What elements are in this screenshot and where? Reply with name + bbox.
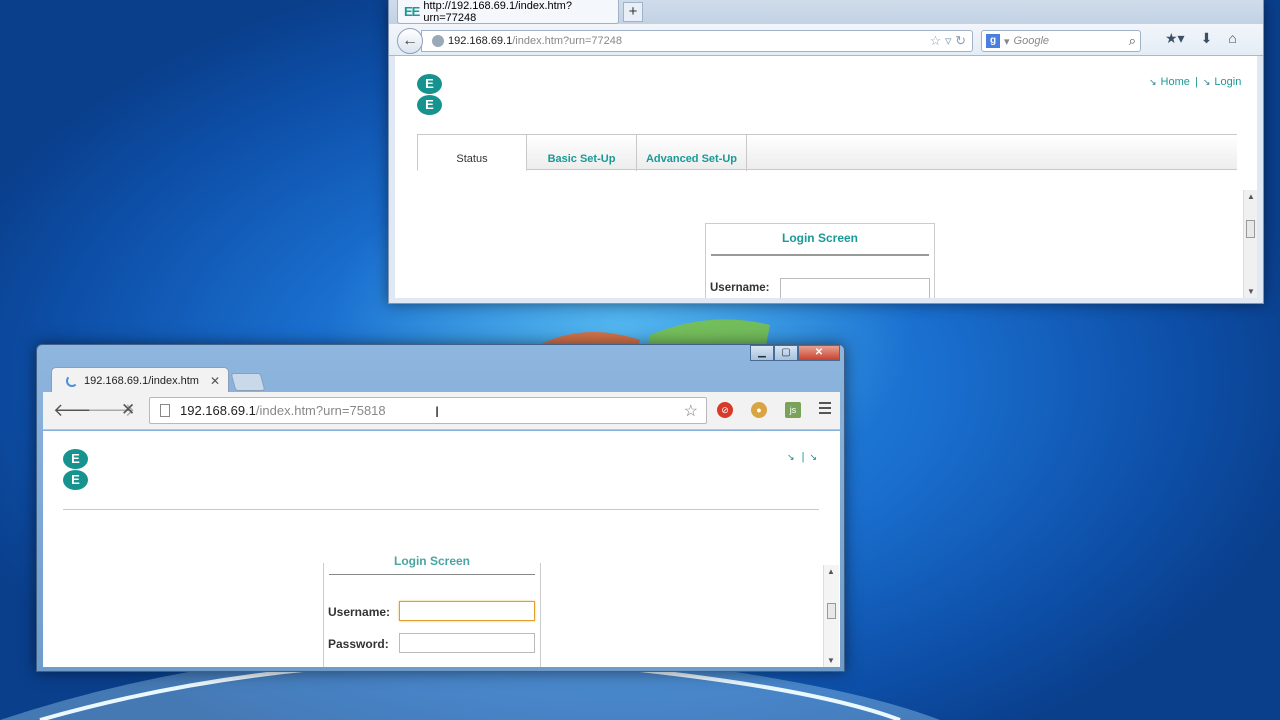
home-arrow-icon[interactable]: ↘	[787, 452, 795, 462]
username-label: Username:	[710, 282, 770, 294]
close-button[interactable]: ✕	[798, 345, 840, 361]
text-cursor-icon: I	[435, 405, 440, 421]
scroll-down-icon[interactable]: ▼	[827, 656, 835, 665]
chrome-omnibox[interactable]: 192.168.69.1/index.htm?urn=75818 ☆	[149, 397, 707, 424]
link-separator: |	[1194, 76, 1198, 88]
chrome-url-host: 192.168.69.1	[180, 403, 256, 418]
tab-close-icon[interactable]: ✕	[210, 374, 220, 388]
stop-button[interactable]: ✕	[121, 400, 135, 420]
search-placeholder: Google	[1013, 35, 1050, 47]
window-controls: ▁ ▢ ✕	[750, 345, 840, 361]
password-label: Password:	[328, 637, 389, 651]
login-panel: Login Screen Username:	[705, 223, 935, 298]
firefox-toolbar-icons: ★▾ ⬇ ⌂	[1165, 30, 1237, 47]
minimize-button[interactable]: ▁	[750, 345, 774, 361]
chrome-window: ▁ ▢ ✕ 192.168.69.1/index.htm ✕ 🡐 🡒 ✕ 192…	[36, 344, 845, 672]
login-divider	[711, 254, 929, 256]
loading-spinner-icon	[66, 374, 78, 387]
menu-icon[interactable]	[819, 402, 831, 417]
login-panel: Login Screen Username: Password:	[323, 554, 541, 667]
chrome-page-content: E E ↘ | ↘ Login Screen Username: Passwor…	[43, 431, 840, 667]
login-link[interactable]: Login	[1214, 76, 1241, 88]
firefox-scrollbar[interactable]: ▲ ▼	[1243, 190, 1257, 298]
header-divider	[63, 509, 819, 510]
globe-icon	[432, 35, 444, 47]
link-separator: |	[801, 451, 805, 463]
firefox-new-tab-button[interactable]: +	[623, 2, 643, 22]
home-link[interactable]: Home	[1161, 76, 1190, 88]
firefox-nav-bar: 192.168.69.1/index.htm?urn=77248 ☆ ▿ ↻ ←…	[389, 24, 1263, 56]
extension-js-icon[interactable]: js	[785, 402, 801, 418]
ee-favicon: EE	[404, 4, 420, 19]
firefox-url-host: 192.168.69.1	[448, 35, 513, 47]
bookmark-star-icon[interactable]: ☆	[684, 401, 698, 421]
username-field[interactable]	[399, 601, 535, 621]
ee-logo: E E	[63, 449, 88, 491]
top-links: ↘ | ↘	[785, 451, 819, 463]
extension-cookie-icon[interactable]: ●	[751, 402, 767, 418]
scroll-thumb[interactable]	[827, 603, 836, 619]
login-title: Login Screen	[781, 231, 858, 245]
scroll-thumb[interactable]	[1246, 220, 1255, 238]
maximize-button[interactable]: ▢	[774, 345, 798, 361]
top-links: ↘ Home | ↘ Login	[1147, 76, 1241, 88]
tab-basic-setup[interactable]: Basic Set-Up	[527, 135, 637, 171]
firefox-tab-title: http://192.168.69.1/index.htm?urn=77248	[423, 0, 572, 24]
password-field[interactable]	[399, 633, 535, 653]
bookmark-star-icon[interactable]: ☆	[930, 33, 942, 48]
search-icon[interactable]: ⌕	[1129, 33, 1136, 49]
firefox-url-path: /index.htm?urn=77248	[512, 35, 623, 47]
dropdown-icon[interactable]: ▿	[945, 33, 952, 48]
back-button[interactable]: ←	[397, 28, 423, 54]
username-field[interactable]	[780, 278, 930, 298]
google-icon: g	[986, 34, 1000, 48]
username-label: Username:	[328, 605, 391, 619]
firefox-url-bar[interactable]: 192.168.69.1/index.htm?urn=77248 ☆ ▿ ↻	[421, 30, 973, 52]
firefox-tab[interactable]: EE http://192.168.69.1/index.htm?urn=772…	[397, 0, 619, 24]
tab-advanced-setup[interactable]: Advanced Set-Up	[637, 135, 747, 171]
firefox-tab-bar: EE http://192.168.69.1/index.htm?urn=772…	[389, 0, 1263, 24]
router-tab-bar: Status Basic Set-Up Advanced Set-Up	[417, 134, 1237, 171]
chrome-scrollbar[interactable]: ▲ ▼	[823, 565, 839, 667]
page-icon	[160, 404, 170, 417]
firefox-search-box[interactable]: g ▾ Google ⌕	[981, 30, 1141, 52]
ee-logo: E E	[417, 74, 442, 116]
tab-status[interactable]: Status	[417, 135, 527, 171]
arrow-icon: ↘	[1149, 77, 1157, 87]
firefox-page-content: E E ↘ Home | ↘ Login Status Basic Set-Up A…	[395, 56, 1257, 298]
chrome-toolbar: 🡐 🡒 ✕ 192.168.69.1/index.htm?urn=75818 ☆…	[43, 392, 840, 430]
chrome-tab[interactable]: 192.168.69.1/index.htm ✕	[51, 367, 229, 393]
arrow-icon: ↘	[1202, 77, 1211, 87]
firefox-url-icons: ☆ ▿ ↻	[930, 33, 966, 49]
firefox-window: EE http://192.168.69.1/index.htm?urn=772…	[388, 0, 1264, 304]
scroll-down-icon[interactable]: ▼	[1247, 287, 1255, 296]
login-title: Login Screen	[393, 554, 470, 568]
bookmarks-icon[interactable]: ★▾	[1165, 30, 1185, 47]
extension-red-icon[interactable]: ⊘	[717, 402, 733, 418]
reload-icon[interactable]: ↻	[955, 33, 966, 48]
scroll-up-icon[interactable]: ▲	[1247, 192, 1255, 201]
login-arrow-icon[interactable]: ↘	[810, 452, 818, 462]
chrome-new-tab-button[interactable]	[230, 373, 266, 391]
chrome-tab-title: 192.168.69.1/index.htm	[84, 374, 199, 387]
home-icon[interactable]: ⌂	[1228, 30, 1236, 47]
download-icon[interactable]: ⬇	[1201, 30, 1213, 47]
scroll-up-icon[interactable]: ▲	[827, 567, 835, 576]
chrome-url-path: /index.htm?urn=75818	[255, 403, 386, 418]
login-divider	[329, 574, 535, 575]
search-dropdown-icon[interactable]: ▾	[1004, 35, 1010, 48]
